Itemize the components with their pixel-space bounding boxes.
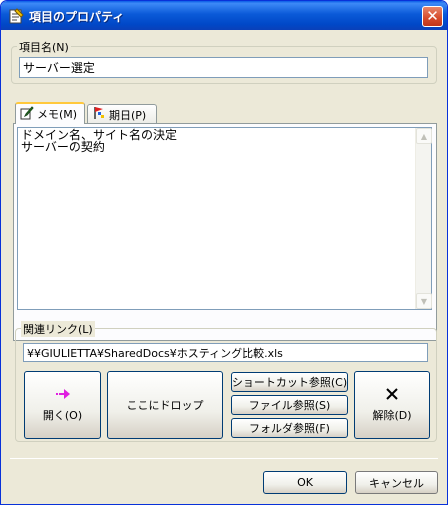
open-button-label: 開く(O) xyxy=(42,408,83,422)
properties-dialog: 項目のプロパティ ✕ 項目名(N) サーバー選定 メモ(M) 期日(P) ドメイ… xyxy=(0,0,448,505)
remove-link-label: 解除(D) xyxy=(372,408,412,422)
footer-separator xyxy=(10,458,438,459)
browse-file-button[interactable]: ファイル参照(S) xyxy=(231,395,348,415)
tab-memo-label: メモ(M) xyxy=(37,108,78,121)
arrow-up-icon: ▲ xyxy=(420,131,428,141)
item-name-input[interactable]: サーバー選定 xyxy=(19,57,428,78)
open-button[interactable]: 開く(O) xyxy=(24,371,101,439)
browse-folder-label: フォルダ参照(F) xyxy=(249,422,330,435)
cancel-button[interactable]: キャンセル xyxy=(355,471,438,494)
tab-due-date[interactable]: 期日(P) xyxy=(87,104,157,124)
arrow-right-icon xyxy=(55,388,71,403)
title-bar[interactable]: 項目のプロパティ ✕ xyxy=(1,1,447,30)
name-group-label: 項目名(N) xyxy=(17,39,71,55)
arrow-down-icon: ▼ xyxy=(420,296,428,306)
ok-button[interactable]: OK xyxy=(263,471,347,494)
tab-due-date-label: 期日(P) xyxy=(109,108,147,122)
memo-textarea[interactable]: ドメイン名、サイト名の決定 サーバーの契約 xyxy=(17,127,432,310)
scroll-down-button[interactable]: ▼ xyxy=(416,293,432,309)
close-icon: ✕ xyxy=(426,7,439,25)
cancel-button-label: キャンセル xyxy=(369,476,424,490)
dialog-body: 項目名(N) サーバー選定 メモ(M) 期日(P) ドメイン名、サイト名の決定 … xyxy=(1,30,447,504)
link-group-label: 関連リンク(L) xyxy=(21,321,95,337)
memo-icon xyxy=(20,105,34,123)
drop-target-label: ここにドロップ xyxy=(126,399,204,412)
ok-button-label: OK xyxy=(297,476,313,489)
flag-icon xyxy=(92,106,106,123)
link-path-input[interactable]: ¥¥GIULIETTA¥SharedDocs¥ホスティング比較.xls xyxy=(23,343,428,362)
drop-target-button[interactable]: ここにドロップ xyxy=(107,371,223,439)
browse-shortcut-label: ショートカット参照(C) xyxy=(231,376,348,389)
scroll-up-button[interactable]: ▲ xyxy=(416,128,432,144)
memo-scrollbar[interactable]: ▲ ▼ xyxy=(415,128,432,309)
remove-x-icon xyxy=(386,387,398,403)
window-title: 項目のプロパティ xyxy=(29,10,125,24)
browse-shortcut-button[interactable]: ショートカット参照(C) xyxy=(231,372,348,392)
browse-folder-button[interactable]: フォルダ参照(F) xyxy=(231,418,348,438)
remove-link-button[interactable]: 解除(D) xyxy=(354,371,430,439)
tab-memo[interactable]: メモ(M) xyxy=(15,102,85,124)
close-button[interactable]: ✕ xyxy=(422,6,443,27)
browse-file-label: ファイル参照(S) xyxy=(248,399,331,412)
properties-icon xyxy=(8,8,24,24)
